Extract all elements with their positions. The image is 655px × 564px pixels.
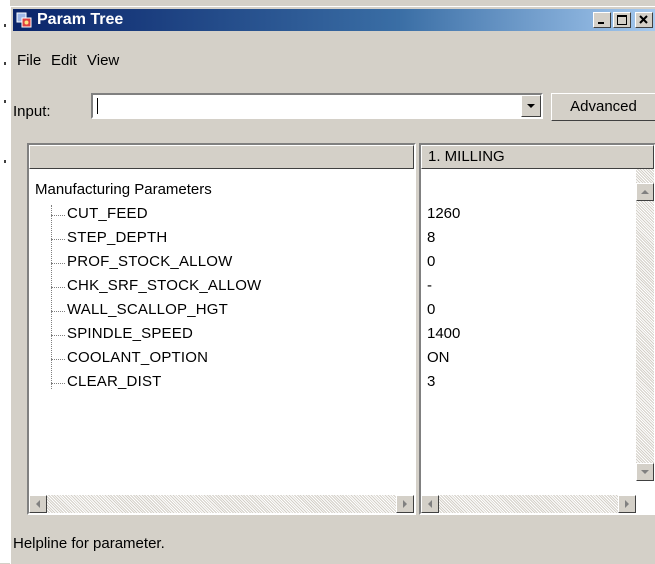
tree-connector (51, 215, 65, 216)
scroll-up-button[interactable] (636, 183, 654, 201)
scroll-left-button[interactable] (421, 495, 439, 513)
arrow-left-icon (428, 500, 432, 508)
param-node[interactable]: CHK_SRF_STOCK_ALLOW (67, 277, 261, 294)
menu-view[interactable]: View (87, 52, 119, 69)
menu-bar: File Edit View (13, 52, 655, 74)
param-node[interactable]: STEP_DEPTH (67, 229, 167, 246)
tree-connector (51, 263, 65, 264)
param-value[interactable]: - (427, 277, 432, 294)
input-combobox[interactable] (91, 93, 543, 119)
parameter-values-pane[interactable]: 1. MILLING 1260 8 0 - 0 1400 ON 3 (419, 143, 655, 515)
param-node[interactable]: CLEAR_DIST (67, 373, 162, 390)
horizontal-scrollbar[interactable] (29, 495, 414, 513)
chevron-down-icon (527, 104, 535, 108)
param-node[interactable]: PROF_STOCK_ALLOW (67, 253, 232, 270)
arrow-right-icon (403, 500, 407, 508)
tree-connector (51, 287, 65, 288)
param-node[interactable]: SPINDLE_SPEED (67, 325, 193, 342)
arrow-right-icon (625, 500, 629, 508)
tree-column-header[interactable] (29, 145, 414, 169)
window-title: Param Tree (37, 11, 124, 28)
tree-connector (51, 311, 65, 312)
param-value[interactable]: 0 (427, 301, 435, 318)
maximize-button[interactable] (613, 12, 631, 28)
combo-dropdown-button[interactable] (521, 95, 541, 117)
arrow-left-icon (36, 500, 40, 508)
arrow-down-icon (641, 470, 649, 474)
advanced-button[interactable]: Advanced (551, 93, 655, 121)
scroll-down-button[interactable] (636, 463, 654, 481)
scroll-right-button[interactable] (396, 495, 414, 513)
param-node[interactable]: COOLANT_OPTION (67, 349, 208, 366)
param-node[interactable]: WALL_SCALLOP_HGT (67, 301, 228, 318)
tree-connector (51, 335, 65, 336)
menu-file[interactable]: File (17, 52, 41, 69)
tree-connector (51, 359, 65, 360)
app-icon (16, 12, 32, 28)
vertical-scrollbar[interactable] (636, 169, 654, 481)
tree-connector (51, 383, 65, 384)
tree-connector (51, 239, 65, 240)
title-bar[interactable]: Param Tree (13, 9, 655, 31)
minimize-button[interactable] (593, 12, 611, 28)
param-tree-window: Param Tree File Edit View Input: Advance… (10, 6, 655, 564)
horizontal-scrollbar[interactable] (421, 495, 636, 513)
values-column-header[interactable]: 1. MILLING (421, 145, 654, 169)
status-bar: Helpline for parameter. (13, 535, 165, 552)
param-value[interactable]: 8 (427, 229, 435, 246)
param-node[interactable]: CUT_FEED (67, 205, 148, 222)
close-icon (639, 15, 648, 24)
param-value[interactable]: 1400 (427, 325, 460, 342)
arrow-up-icon (641, 190, 649, 194)
parameter-tree-pane[interactable]: Manufacturing Parameters CUT_FEED STEP_D… (27, 143, 416, 515)
param-value[interactable]: ON (427, 349, 450, 366)
close-button[interactable] (635, 12, 653, 28)
param-value[interactable]: 0 (427, 253, 435, 270)
desktop-edge (0, 0, 10, 563)
scroll-left-button[interactable] (29, 495, 47, 513)
input-label: Input: (13, 103, 51, 120)
param-value[interactable]: 3 (427, 373, 435, 390)
tree-connector (51, 205, 52, 389)
scroll-right-button[interactable] (618, 495, 636, 513)
menu-edit[interactable]: Edit (51, 52, 77, 69)
tree-root-node[interactable]: Manufacturing Parameters (35, 181, 212, 198)
param-value[interactable]: 1260 (427, 205, 460, 222)
text-cursor (97, 98, 98, 114)
